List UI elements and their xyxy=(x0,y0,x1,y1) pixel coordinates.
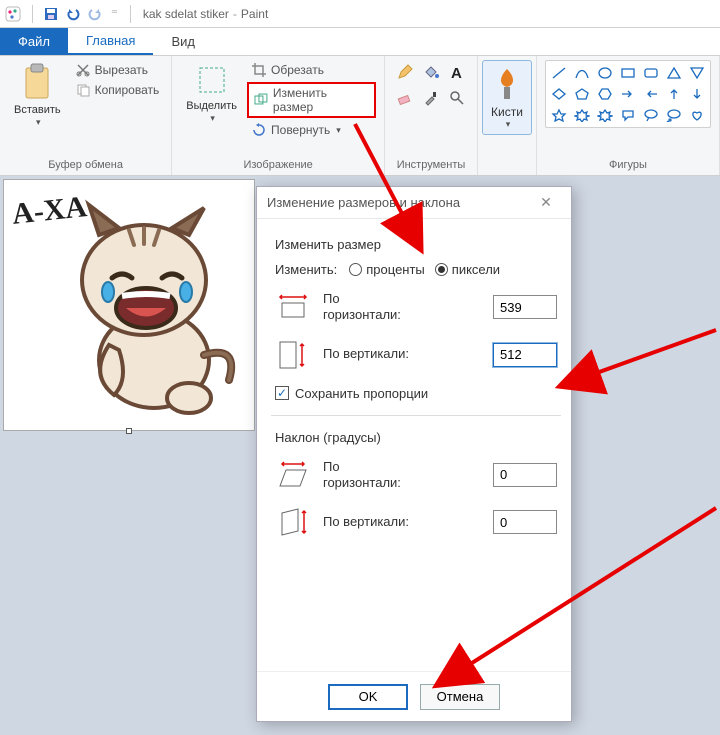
canvas[interactable]: A-XA xyxy=(4,180,254,430)
resize-button[interactable]: Изменить размер xyxy=(247,82,376,118)
crop-icon xyxy=(251,62,267,78)
chevron-down-icon: ▾ xyxy=(336,125,341,136)
group-image: Выделить ▾ Обрезать Изменить размер Пове… xyxy=(172,56,385,175)
group-clipboard: Вставить ▾ Вырезать Копировать Буфер обм… xyxy=(0,56,172,175)
select-button[interactable]: Выделить ▾ xyxy=(180,60,243,157)
group-image-label: Изображение xyxy=(180,157,376,175)
ok-button[interactable]: OK xyxy=(328,684,408,710)
save-icon[interactable] xyxy=(43,6,59,22)
horizontal-input[interactable] xyxy=(493,295,557,319)
resize-section-title: Изменить размер xyxy=(275,237,557,252)
horizontal-label: По горизонтали: xyxy=(323,291,481,324)
group-brushes: Кисти ▾ xyxy=(478,56,537,175)
cut-label: Вырезать xyxy=(95,63,148,77)
change-label: Изменить: xyxy=(275,262,337,277)
radio-pixels[interactable]: пиксели xyxy=(435,262,500,277)
brushes-button[interactable]: Кисти ▾ xyxy=(482,60,532,135)
svg-text:A: A xyxy=(451,65,462,81)
skew-section-title: Наклон (градусы) xyxy=(275,430,557,445)
pencil-tool[interactable] xyxy=(393,60,417,84)
title-bar: ⁼ kak sdelat stiker - Paint xyxy=(0,0,720,28)
close-icon[interactable]: ✕ xyxy=(531,194,561,211)
paste-button[interactable]: Вставить ▾ xyxy=(8,60,67,157)
text-tool[interactable]: A xyxy=(445,60,469,84)
paste-label: Вставить xyxy=(14,104,61,117)
redo-icon[interactable] xyxy=(87,6,103,22)
skew-h-input[interactable] xyxy=(493,463,557,487)
skew-v-icon xyxy=(275,505,311,539)
skew-h-label: По горизонтали: xyxy=(323,459,481,492)
shapes-gallery[interactable] xyxy=(545,60,711,128)
rotate-label: Повернуть xyxy=(271,123,330,137)
brushes-label: Кисти xyxy=(491,105,523,119)
group-tools-label: Инструменты xyxy=(393,157,469,175)
vertical-label: По вертикали: xyxy=(323,346,481,362)
document-title: kak sdelat stiker xyxy=(143,7,229,21)
sticker-image: A-XA xyxy=(4,180,254,430)
group-shapes-label: Фигуры xyxy=(545,157,711,175)
quick-access-toolbar: ⁼ xyxy=(4,5,135,23)
rotate-icon xyxy=(251,122,267,138)
skew-h-icon xyxy=(275,460,311,490)
paint-app-icon xyxy=(4,5,22,23)
horizontal-resize-icon xyxy=(275,293,311,321)
chevron-down-icon: ▾ xyxy=(506,119,511,130)
cancel-button[interactable]: Отмена xyxy=(420,684,500,710)
copy-label: Копировать xyxy=(95,83,160,97)
skew-v-input[interactable] xyxy=(493,510,557,534)
skew-v-label: По вертикали: xyxy=(323,514,481,530)
resize-icon xyxy=(253,92,269,108)
crop-label: Обрезать xyxy=(271,63,324,77)
app-name: Paint xyxy=(241,7,268,21)
copy-button[interactable]: Копировать xyxy=(71,80,164,100)
chevron-down-icon: ▾ xyxy=(36,117,41,128)
vertical-input[interactable] xyxy=(493,343,557,367)
crop-button[interactable]: Обрезать xyxy=(247,60,376,80)
radio-percent[interactable]: проценты xyxy=(349,262,425,277)
vertical-resize-icon xyxy=(275,338,311,372)
group-clipboard-label: Буфер обмена xyxy=(8,157,163,175)
resize-label: Изменить размер xyxy=(273,86,370,114)
tab-file[interactable]: Файл xyxy=(0,28,68,55)
keep-ratio-label: Сохранить пропорции xyxy=(295,386,428,401)
dialog-title: Изменение размеров и наклона xyxy=(267,195,460,210)
cut-button[interactable]: Вырезать xyxy=(71,60,164,80)
magnifier-tool[interactable] xyxy=(445,86,469,110)
picker-tool[interactable] xyxy=(419,86,443,110)
resize-skew-dialog: Изменение размеров и наклона ✕ Изменить … xyxy=(256,186,572,722)
fill-tool[interactable] xyxy=(419,60,443,84)
chevron-down-icon: ▾ xyxy=(210,113,215,124)
select-label: Выделить xyxy=(186,100,237,113)
ribbon: Вставить ▾ Вырезать Копировать Буфер обм… xyxy=(0,56,720,176)
ribbon-tabs: Файл Главная Вид xyxy=(0,28,720,56)
eraser-tool[interactable] xyxy=(393,86,417,110)
resize-handle[interactable] xyxy=(126,428,132,434)
group-tools: A Инструменты xyxy=(385,56,478,175)
rotate-button[interactable]: Повернуть ▾ xyxy=(247,120,376,140)
keep-ratio-checkbox[interactable]: ✓ Сохранить пропорции xyxy=(275,386,557,401)
tab-view[interactable]: Вид xyxy=(153,28,213,55)
tab-home[interactable]: Главная xyxy=(68,28,153,55)
undo-icon[interactable] xyxy=(65,6,81,22)
brush-icon xyxy=(489,65,525,105)
copy-icon xyxy=(75,82,91,98)
group-shapes: Фигуры xyxy=(537,56,720,175)
scissors-icon xyxy=(75,62,91,78)
qat-overflow[interactable]: ⁼ xyxy=(111,6,118,22)
